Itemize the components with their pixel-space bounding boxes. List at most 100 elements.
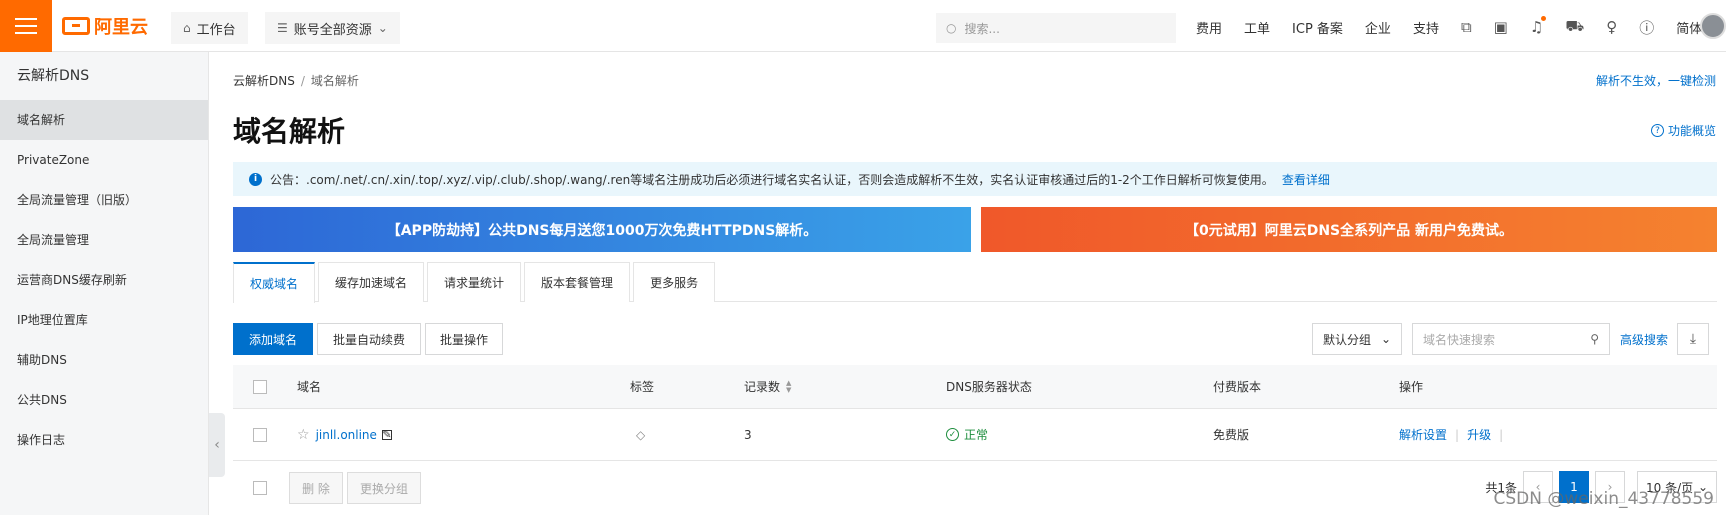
tab-more-services[interactable]: 更多服务 bbox=[633, 262, 716, 302]
lightbulb-icon[interactable]: ♀ bbox=[1606, 18, 1617, 36]
code-icon[interactable]: ⧉ bbox=[1461, 18, 1472, 36]
sidebar-item-public-dns[interactable]: 公共DNS bbox=[0, 380, 208, 420]
tab-request-stats[interactable]: 请求量统计 bbox=[427, 262, 522, 302]
aliyun-logo[interactable]: 阿里云 bbox=[62, 14, 148, 38]
advanced-search-link[interactable]: 高级搜索 bbox=[1620, 331, 1668, 348]
top-link-support[interactable]: 支持 bbox=[1413, 18, 1439, 37]
search-icon[interactable]: ⚲ bbox=[1590, 332, 1599, 346]
dns-status-cell: ✓ 正常 bbox=[946, 409, 988, 460]
sidebar-item-ip-geo[interactable]: IP地理位置库 bbox=[0, 300, 208, 340]
search-icon: ○ bbox=[946, 21, 957, 35]
edit-icon[interactable]: ✎ bbox=[381, 429, 392, 440]
tag-cell: ◇ bbox=[636, 409, 645, 460]
sidebar-item-secondary-dns[interactable]: 辅助DNS bbox=[0, 340, 208, 380]
sidebar-title: 云解析DNS bbox=[17, 68, 90, 84]
breadcrumb: 云解析DNS / 域名解析 bbox=[233, 72, 359, 89]
terminal-icon[interactable]: ▣ bbox=[1494, 18, 1508, 36]
top-links: 费用 工单 ICP 备案 企业 支持 ⧉ ▣ ♫ ⛟ ♀ ⓘ 简体 bbox=[1196, 16, 1702, 38]
tab-edition-management[interactable]: 版本套餐管理 bbox=[524, 262, 631, 302]
chevron-down-icon: ⌄ bbox=[1380, 332, 1391, 346]
global-search-input[interactable]: ○ 搜索... bbox=[936, 13, 1176, 43]
menu-icon[interactable] bbox=[0, 0, 52, 52]
actions-cell: 解析设置 | 升级 | bbox=[1399, 409, 1511, 460]
sidebar-item-isp-cache-refresh[interactable]: 运营商DNS缓存刷新 bbox=[0, 260, 208, 300]
bell-icon[interactable]: ♫ bbox=[1530, 16, 1547, 36]
table-header: 域名 标签 记录数 ▲ ▼ DNS服务器状态 付费版本 操作 bbox=[233, 365, 1717, 409]
top-link-fees[interactable]: 费用 bbox=[1196, 18, 1222, 37]
notice-bar: i 公告：.com/.net/.cn/.xin/.top/.xyz/.vip/.… bbox=[233, 162, 1717, 196]
logo-text: 阿里云 bbox=[94, 17, 148, 38]
change-group-button[interactable]: 更换分组 bbox=[347, 472, 421, 504]
breadcrumb-separator: / bbox=[300, 74, 305, 88]
add-domain-button[interactable]: 添加域名 bbox=[233, 323, 313, 355]
delete-button[interactable]: 删 除 bbox=[289, 472, 343, 504]
promo-banner-free-trial[interactable]: 【0元试用】阿里云DNS全系列产品 新用户免费试。 bbox=[981, 207, 1717, 252]
top-link-icp[interactable]: ICP 备案 bbox=[1292, 18, 1343, 37]
domain-cell: ☆ jinll.online ✎ bbox=[297, 409, 392, 460]
dns-status-text: 正常 bbox=[964, 428, 989, 442]
resolution-settings-link[interactable]: 解析设置 bbox=[1399, 426, 1447, 443]
resources-button[interactable]: ☰ 账号全部资源 ⌄ bbox=[265, 12, 400, 44]
resources-label: 账号全部资源 bbox=[293, 22, 372, 38]
breadcrumb-root[interactable]: 云解析DNS bbox=[233, 74, 295, 88]
feature-overview-link[interactable]: ? 功能概览 bbox=[1650, 122, 1716, 139]
action-divider: | bbox=[1455, 427, 1460, 442]
aliyun-logo-icon bbox=[62, 17, 90, 35]
tab-authoritative-domains[interactable]: 权威域名 bbox=[233, 262, 316, 303]
footer-select-cell bbox=[253, 461, 267, 515]
tag-icon[interactable]: ◇ bbox=[636, 428, 645, 442]
star-icon[interactable]: ☆ bbox=[297, 427, 310, 443]
footer-select-all-checkbox[interactable] bbox=[253, 481, 267, 495]
row-select-cell bbox=[253, 409, 267, 460]
chevron-down-icon: ⌄ bbox=[377, 21, 388, 35]
avatar[interactable] bbox=[1700, 13, 1726, 39]
header-actions: 操作 bbox=[1399, 380, 1424, 394]
search-placeholder: 搜索... bbox=[964, 21, 1000, 36]
info-icon: i bbox=[249, 172, 262, 186]
breadcrumb-current: 域名解析 bbox=[310, 74, 359, 88]
domain-quick-search-input[interactable]: 域名快速搜索 ⚲ bbox=[1412, 323, 1610, 355]
resource-icon: ☰ bbox=[277, 21, 288, 35]
feature-overview-label: 功能概览 bbox=[1667, 124, 1716, 138]
top-link-enterprise[interactable]: 企业 bbox=[1365, 18, 1391, 37]
quick-search-placeholder: 域名快速搜索 bbox=[1423, 332, 1496, 347]
workbench-button[interactable]: ⌂ 工作台 bbox=[171, 12, 248, 44]
help-icon[interactable]: ⓘ bbox=[1639, 17, 1654, 38]
header-domain: 域名 bbox=[297, 380, 322, 394]
home-icon: ⌂ bbox=[183, 21, 191, 35]
notice-details-link[interactable]: 查看详细 bbox=[1282, 171, 1330, 188]
records-count: 3 bbox=[744, 427, 752, 442]
header-records[interactable]: 记录数 ▲ ▼ bbox=[744, 365, 791, 408]
language-switch[interactable]: 简体 bbox=[1676, 18, 1702, 37]
batch-operation-button[interactable]: 批量操作 bbox=[425, 323, 503, 355]
question-icon: ? bbox=[1650, 124, 1664, 137]
sidebar: 云解析DNS 域名解析 PrivateZone 全局流量管理（旧版） 全局流量管… bbox=[0, 52, 209, 515]
sidebar-item-gtm-legacy[interactable]: 全局流量管理（旧版） bbox=[0, 180, 208, 220]
header-dns-status: DNS服务器状态 bbox=[946, 380, 1032, 394]
cart-icon[interactable]: ⛟ bbox=[1565, 17, 1584, 37]
select-all-cell bbox=[253, 365, 267, 408]
upgrade-link[interactable]: 升级 bbox=[1467, 426, 1491, 443]
sidebar-item-operation-log[interactable]: 操作日志 bbox=[0, 420, 208, 460]
domain-link[interactable]: jinll.online bbox=[316, 428, 377, 442]
action-divider: | bbox=[1499, 427, 1504, 442]
header-edition: 付费版本 bbox=[1213, 380, 1262, 394]
group-select[interactable]: 默认分组 ⌄ bbox=[1312, 323, 1402, 355]
notice-text: 公告：.com/.net/.cn/.xin/.top/.xyz/.vip/.cl… bbox=[270, 172, 1274, 187]
tab-cache-acceleration[interactable]: 缓存加速域名 bbox=[318, 262, 425, 302]
select-all-checkbox[interactable] bbox=[253, 379, 267, 394]
batch-auto-renew-button[interactable]: 批量自动续费 bbox=[317, 323, 421, 355]
top-link-tickets[interactable]: 工单 bbox=[1244, 18, 1270, 37]
sidebar-item-gtm[interactable]: 全局流量管理 bbox=[0, 220, 208, 260]
row-checkbox[interactable] bbox=[253, 427, 267, 442]
sort-icon[interactable]: ▲ ▼ bbox=[786, 379, 791, 394]
domain-tabs: 权威域名 缓存加速域名 请求量统计 版本套餐管理 更多服务 bbox=[233, 262, 1717, 303]
resolution-check-link[interactable]: 解析不生效，一键检测 bbox=[1596, 72, 1716, 89]
sidebar-item-domain-resolution[interactable]: 域名解析 bbox=[0, 100, 208, 140]
watermark: CSDN @weixin_43778559 bbox=[1493, 489, 1714, 509]
sidebar-item-privatezone[interactable]: PrivateZone bbox=[0, 140, 208, 180]
table-row: ☆ jinll.online ✎ ◇ 3 ✓ 正常 免费版 解析设置 | 升级 … bbox=[233, 409, 1717, 461]
promo-banner-httpdns[interactable]: 【APP防劫持】公共DNS每月送您1000万次免费HTTPDNS解析。 bbox=[233, 207, 971, 252]
download-icon[interactable]: ⤓ bbox=[1677, 323, 1709, 355]
page-title: 域名解析 bbox=[233, 115, 346, 148]
